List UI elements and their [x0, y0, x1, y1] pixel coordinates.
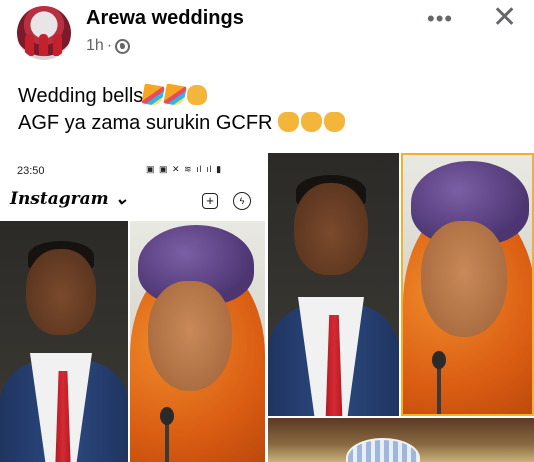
man-portrait	[0, 221, 128, 462]
avatar-figure	[53, 34, 62, 56]
meta-separator: ·	[106, 37, 113, 54]
clapping-hands-icon	[187, 85, 208, 105]
party-popper-icon	[141, 83, 165, 107]
caption-text-1: Wedding bells	[18, 85, 144, 107]
add-post-icon: +	[202, 193, 218, 209]
caption-line-1: Wedding bells	[18, 83, 347, 110]
fist-icon	[278, 112, 300, 132]
fist-icon	[324, 112, 346, 132]
post-header: Arewa weddings 1h · ••• ✕	[0, 0, 534, 66]
dome-building	[346, 438, 420, 462]
more-options-button[interactable]: •••	[427, 6, 453, 32]
status-icons: ▣ ▣ ✕ ≋ ıl ıl ▮	[146, 164, 223, 174]
post-image-portraits[interactable]	[268, 153, 534, 416]
caption-line-2: AGF ya zama surukin GCFR	[18, 110, 347, 137]
post-meta: 1h ·	[86, 37, 131, 55]
page-avatar[interactable]	[17, 6, 71, 60]
post-image-instagram-screenshot[interactable]: 23:50 ▣ ▣ ✕ ≋ ıl ıl ▮ Instagram ⌄ + ϟ	[0, 153, 265, 462]
post-time[interactable]: 1h	[86, 37, 104, 55]
post-caption: Wedding bells AGF ya zama surukin GCFR	[18, 83, 347, 137]
caption-text-2: AGF ya zama surukin GCFR	[18, 112, 273, 134]
instagram-logo: Instagram ⌄	[10, 189, 129, 209]
messenger-icon: ϟ	[233, 192, 251, 210]
globe-icon	[115, 38, 131, 54]
status-time: 23:50	[17, 165, 45, 177]
page-name[interactable]: Arewa weddings	[86, 7, 244, 30]
woman-portrait	[130, 221, 265, 462]
close-button[interactable]: ✕	[492, 0, 517, 35]
party-popper-icon	[163, 83, 187, 107]
avatar-figure	[39, 34, 48, 56]
woman-portrait	[401, 153, 534, 416]
fist-icon	[301, 112, 323, 132]
avatar-figure	[25, 34, 34, 56]
man-portrait	[268, 153, 399, 416]
post-image-building[interactable]	[268, 418, 534, 462]
